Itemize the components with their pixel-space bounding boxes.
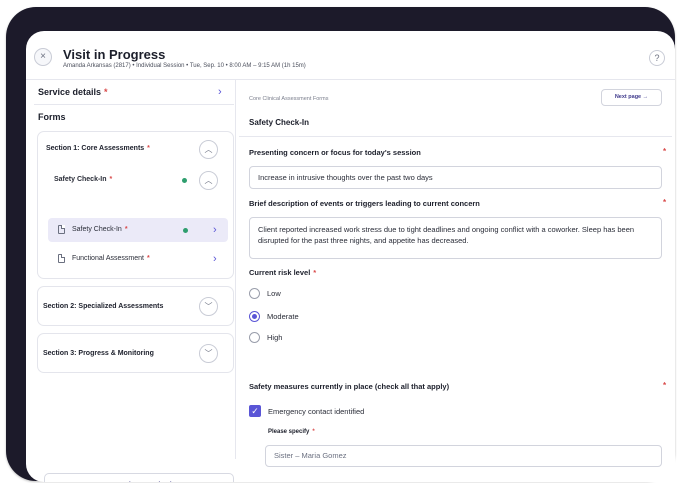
section-card[interactable]: Section 2: Specialized Assessments ﹀ [37, 286, 234, 326]
app-screen: × Visit in Progress Amanda Arkansas (281… [26, 31, 675, 482]
complete-status-dot [182, 178, 187, 183]
section-title: Section 1: Core Assessments * [46, 145, 150, 152]
radio-button[interactable] [249, 332, 260, 343]
section-title: Section 3: Progress & Monitoring [43, 350, 154, 357]
specify-label: Please specify * [268, 429, 315, 435]
chevron-down-icon: ﹀ [204, 349, 213, 358]
chevron-right-icon: › [213, 224, 217, 236]
next-page-button[interactable]: Next page → [601, 89, 662, 106]
required-marker: * [663, 381, 667, 390]
specify-input[interactable]: Sister – Maria Gomez [265, 445, 662, 467]
help-icon: ? [654, 53, 660, 63]
section-divider [239, 136, 672, 137]
next-sign-submit-button[interactable]: Next: sign & submit [44, 473, 234, 482]
section-title: Section 2: Specialized Assessments [43, 303, 164, 310]
document-icon [58, 254, 65, 263]
form-item-label: Safety Check-In * [72, 226, 128, 233]
subsection-label[interactable]: Safety Check-In * [54, 176, 112, 183]
document-icon [58, 225, 65, 234]
close-button[interactable]: × [34, 48, 52, 66]
collapse-section-button[interactable]: ︿ [199, 140, 218, 159]
emergency-contact-checkbox[interactable]: ✓ [249, 405, 261, 417]
complete-status-dot [183, 228, 188, 233]
radio-button-selected[interactable] [249, 311, 260, 322]
required-marker: * [663, 147, 667, 156]
radio-label: High [267, 333, 283, 342]
question-label: Presenting concern or focus for today's … [249, 148, 421, 157]
form-title: Safety Check-In [249, 118, 310, 127]
tablet-frame: × Visit in Progress Amanda Arkansas (281… [6, 7, 675, 482]
question-label: Current risk level * [249, 268, 317, 277]
chevron-down-icon: ﹀ [204, 302, 213, 311]
radio-label: Low [267, 289, 281, 298]
collapse-subsection-button[interactable]: ︿ [199, 171, 218, 190]
forms-sidebar: Service details * › Forms Section 1: Core… [34, 81, 234, 482]
page-title: Visit in Progress [63, 47, 166, 62]
panel-divider [235, 79, 236, 459]
forms-heading: Forms [38, 112, 66, 122]
question-label: Brief description of events or triggers … [249, 199, 480, 208]
radio-button[interactable] [249, 288, 260, 299]
checkbox-label: Emergency contact identified [268, 407, 365, 416]
required-marker: * [663, 198, 667, 207]
service-details-label: Service details * [38, 87, 108, 97]
checkmark-icon: ✓ [251, 406, 259, 416]
breadcrumb: Core Clinical Assessment Forms [249, 96, 329, 102]
form-item-safety-check-in[interactable]: Safety Check-In * › [48, 218, 228, 242]
chevron-up-icon: ︿ [204, 176, 213, 185]
radio-label: Moderate [267, 312, 299, 321]
question-label: Safety measures currently in place (chec… [249, 382, 450, 391]
presenting-concern-input[interactable]: Increase in intrusive thoughts over the … [249, 166, 662, 189]
chevron-up-icon: ︿ [204, 145, 213, 154]
arrow-right-icon: → [642, 94, 649, 100]
service-details-row[interactable]: Service details * › [34, 81, 234, 103]
form-item-functional-assessment[interactable]: Functional Assessment * › [48, 247, 228, 271]
event-description-textarea[interactable]: Client reported increased work stress du… [249, 217, 662, 259]
chevron-right-icon: › [213, 253, 217, 265]
sidebar-divider [34, 104, 234, 105]
expand-section-button[interactable]: ﹀ [199, 344, 218, 363]
visit-header: × Visit in Progress Amanda Arkansas (281… [26, 31, 675, 79]
section-card[interactable]: Section 3: Progress & Monitoring ﹀ [37, 333, 234, 373]
form-panel: Core Clinical Assessment Forms Next page… [239, 79, 672, 467]
chevron-right-icon: › [218, 86, 222, 98]
form-item-label: Functional Assessment * [72, 255, 150, 262]
help-button[interactable]: ? [649, 50, 665, 66]
visit-subtitle: Amanda Arkansas (2817) • Individual Sess… [63, 63, 306, 69]
expand-section-button[interactable]: ﹀ [199, 297, 218, 316]
close-icon: × [40, 51, 46, 62]
